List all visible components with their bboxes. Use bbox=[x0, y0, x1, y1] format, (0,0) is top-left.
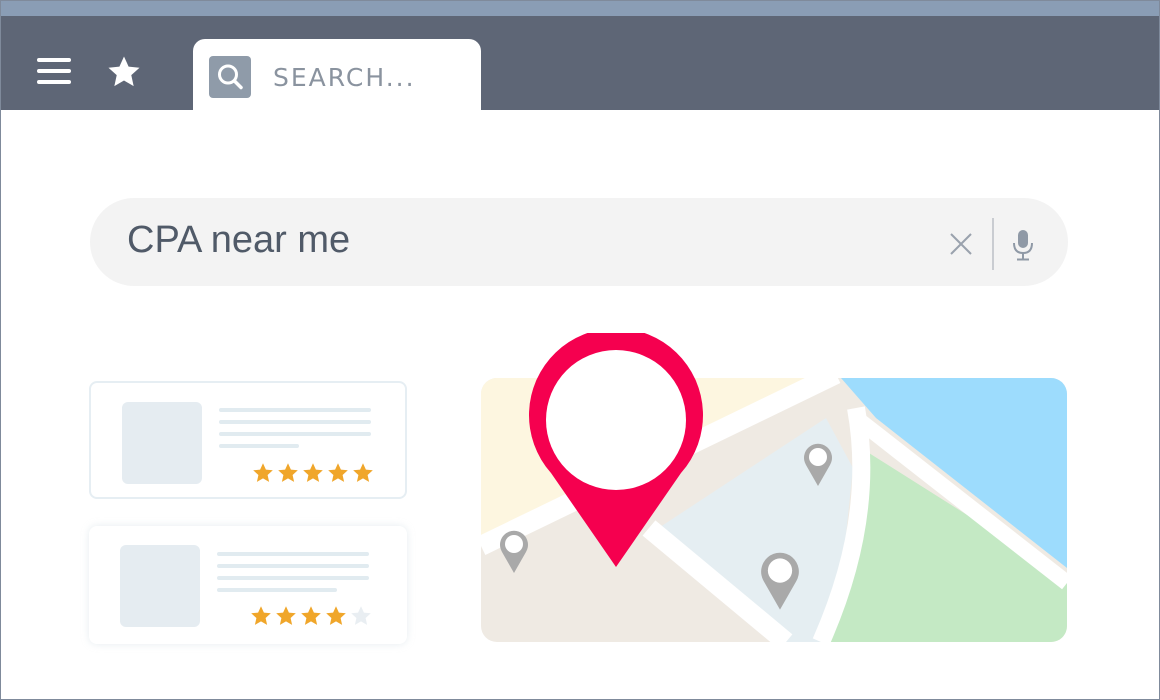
star-filled-icon bbox=[253, 463, 273, 482]
result-thumbnail bbox=[120, 545, 200, 627]
close-icon[interactable] bbox=[947, 230, 975, 258]
result-card-1[interactable] bbox=[89, 381, 407, 499]
map-pin-icon[interactable] bbox=[497, 528, 531, 574]
toolbar bbox=[1, 16, 1159, 110]
browser-window: SEARCH... CPA near me bbox=[0, 0, 1160, 700]
map-pin-icon[interactable] bbox=[757, 549, 803, 611]
result-text-line bbox=[219, 420, 371, 424]
star-icon[interactable] bbox=[105, 53, 143, 91]
star-filled-icon bbox=[353, 463, 373, 482]
star-filled-icon bbox=[276, 606, 296, 625]
result-text-line bbox=[217, 552, 369, 556]
search-tab[interactable]: SEARCH... bbox=[193, 39, 481, 111]
star-filled-icon bbox=[328, 463, 348, 482]
map-pin-icon[interactable] bbox=[529, 333, 703, 569]
result-text-line bbox=[219, 432, 371, 436]
result-text-line bbox=[217, 588, 337, 592]
result-text-line bbox=[219, 408, 371, 412]
search-divider bbox=[992, 218, 994, 270]
result-card-2[interactable] bbox=[89, 526, 407, 644]
hamburger-menu-icon[interactable] bbox=[37, 58, 73, 90]
star-filled-icon bbox=[278, 463, 298, 482]
result-text-line bbox=[217, 564, 369, 568]
star-filled-icon bbox=[326, 606, 346, 625]
star-filled-icon bbox=[301, 606, 321, 625]
star-filled-icon bbox=[303, 463, 323, 482]
result-text-line bbox=[219, 444, 299, 448]
result-thumbnail bbox=[122, 402, 202, 484]
result-text-line bbox=[217, 576, 369, 580]
search-query-text[interactable]: CPA near me bbox=[127, 219, 350, 262]
microphone-icon[interactable] bbox=[1008, 228, 1038, 262]
star-filled-icon bbox=[251, 606, 271, 625]
star-empty-icon bbox=[351, 606, 371, 625]
search-query-bar[interactable]: CPA near me bbox=[90, 198, 1068, 286]
title-bar bbox=[1, 1, 1159, 16]
search-placeholder[interactable]: SEARCH... bbox=[273, 63, 416, 92]
map-pin-icon[interactable] bbox=[801, 441, 835, 487]
search-icon[interactable] bbox=[209, 56, 251, 98]
